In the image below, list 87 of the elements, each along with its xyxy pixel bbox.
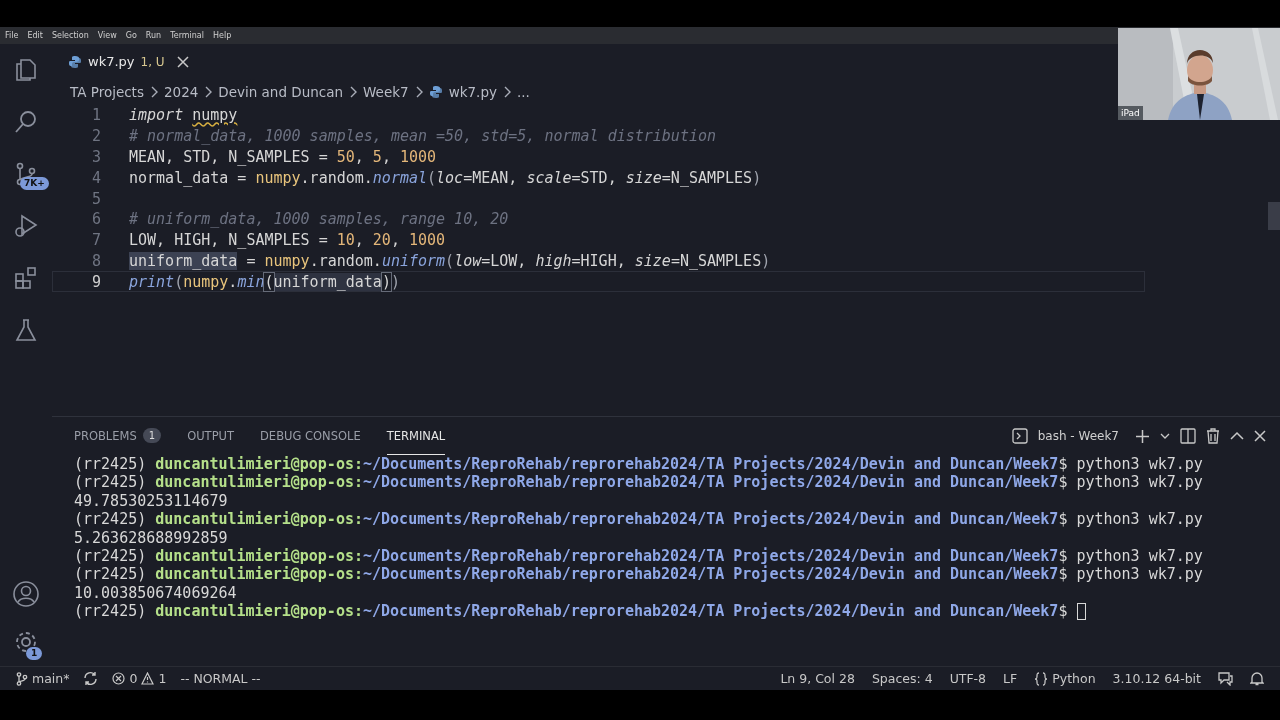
chevron-up-icon[interactable]	[1230, 431, 1244, 441]
line-number: 4	[90, 168, 102, 187]
chevron-icon	[204, 86, 213, 98]
problems-status[interactable]: 0 1	[112, 671, 167, 686]
error-icon	[112, 672, 126, 685]
chevron-down-icon[interactable]	[1160, 432, 1170, 440]
menu-item[interactable]: Go	[125, 31, 137, 40]
code-line: MEAN, STD, N_SAMPLES = 50, 5, 1000	[129, 148, 437, 166]
python-icon	[68, 54, 82, 69]
breadcrumb-item[interactable]: Week7	[363, 84, 409, 100]
chevron-icon	[349, 86, 358, 98]
branch-icon	[16, 671, 28, 686]
count-badge: 1	[26, 647, 43, 660]
vim-mode: -- NORMAL --	[180, 671, 261, 686]
close-icon[interactable]	[1254, 430, 1266, 442]
code-line: # uniform_data, 1000 samples, range 10, 20	[129, 210, 509, 229]
status-item[interactable]: Python	[1034, 671, 1096, 686]
extensions-icon[interactable]	[13, 265, 39, 291]
account-icon[interactable]	[12, 580, 40, 608]
search-icon[interactable]	[13, 109, 39, 135]
status-item[interactable]: 3.10.12 64-bit	[1112, 671, 1201, 686]
chevron-icon	[502, 86, 511, 98]
terminal-output: 49.78530253114679	[74, 491, 228, 511]
sync-icon[interactable]	[83, 671, 99, 686]
trash-icon[interactable]	[1206, 428, 1220, 444]
braces-icon	[1034, 671, 1049, 686]
menu-item[interactable]: Help	[213, 31, 232, 40]
count-badge: 7K+	[20, 177, 49, 190]
run-debug-icon[interactable]	[13, 213, 39, 239]
menu-item[interactable]: Edit	[27, 31, 43, 40]
files-icon[interactable]	[13, 57, 39, 83]
menu-item[interactable]: View	[97, 31, 117, 40]
line-number: 6	[90, 210, 102, 229]
breadcrumb-item[interactable]: wk7.py	[448, 84, 497, 100]
breadcrumb-item[interactable]: ...	[516, 84, 530, 100]
code-line: uniform_data = numpy.random.uniform(low=LOW, high=HIGH, size=N_SAMPLES)	[129, 251, 771, 270]
branch-status[interactable]: main*	[16, 671, 70, 686]
code-line: normal_data = numpy.random.normal(loc=MEAN, scale=STD, size=N_SAMPLES)	[129, 168, 762, 187]
terminal-output: 10.003850674069264	[74, 583, 237, 603]
terminal-output: 5.263628688992859	[74, 528, 228, 547]
flask-icon[interactable]	[13, 317, 39, 343]
line-number: 2	[90, 127, 102, 146]
panel-tab[interactable]: OUTPUT	[187, 417, 234, 455]
status-item[interactable]: LF	[1003, 671, 1018, 686]
panel-tab[interactable]: TERMINAL	[386, 417, 446, 455]
panel-tab[interactable]: DEBUG CONSOLE	[260, 417, 361, 455]
line-number: 9	[90, 272, 102, 291]
code-line: # normal_data, 1000 samples, mean =50, std=5, normal distribution	[129, 127, 716, 146]
status-item[interactable]: UTF-8	[949, 671, 987, 686]
line-number: 7	[90, 231, 102, 250]
breadcrumb-item[interactable]: TA Projects	[70, 84, 144, 100]
bell-icon[interactable]	[1250, 671, 1264, 686]
chevron-icon	[149, 86, 158, 98]
close-icon[interactable]	[176, 55, 189, 68]
menu-item[interactable]: Run	[145, 31, 162, 40]
chevron-icon	[414, 86, 423, 98]
code-line: import numpy	[129, 106, 238, 125]
line-number: 1	[90, 106, 102, 125]
settings-icon[interactable]	[13, 629, 39, 655]
terminal-line: (rr2425) duncantulimieri@pop-os:~/Documents/ReproRehab/reprorehab2024/TA Projects/2024/Devin and Duncan/Week7$ python3 wk7.py	[74, 455, 1203, 474]
terminal-line: (rr2425) duncantulimieri@pop-os:~/Documents/ReproRehab/reprorehab2024/TA Projects/2024/Devin and Duncan/Week7$ python3 wk7.py	[74, 510, 1203, 529]
line-number: 8	[90, 251, 102, 270]
breadcrumb-item[interactable]: Devin and Duncan	[218, 84, 344, 100]
code-line: LOW, HIGH, N_SAMPLES = 10, 20, 1000	[129, 231, 446, 250]
line-number: 5	[90, 189, 102, 208]
panel-tab[interactable]: PROBLEMS 1	[74, 417, 162, 455]
terminal-icon	[1011, 428, 1028, 444]
line-number: 3	[90, 148, 102, 166]
code-line: print(numpy.min(uniform_data))	[129, 272, 400, 291]
breadcrumb-item[interactable]: 2024	[163, 84, 199, 100]
scrollbar-thumb[interactable]	[1268, 202, 1280, 230]
feedback-icon[interactable]	[1218, 671, 1233, 686]
terminal-name[interactable]: bash - Week7	[1037, 429, 1119, 443]
plus-icon[interactable]	[1135, 428, 1150, 444]
terminal-line: (rr2425) duncantulimieri@pop-os:~/Documents/ReproRehab/reprorehab2024/TA Projects/2024/Devin and Duncan/Week7$ python3 wk7.py	[74, 473, 1203, 492]
warning-icon	[141, 672, 155, 685]
status-item[interactable]: Spaces: 4	[871, 671, 933, 686]
terminal-line: (rr2425) duncantulimieri@pop-os:~/Documents/ReproRehab/reprorehab2024/TA Projects/2024/Devin and Duncan/Week7$ python3 wk7.py	[74, 565, 1203, 584]
menu-item[interactable]: File	[5, 31, 19, 40]
menu-item[interactable]: Selection	[51, 31, 89, 40]
menu-item[interactable]: Terminal	[170, 31, 204, 40]
terminal-line: (rr2425) duncantulimieri@pop-os:~/Documents/ReproRehab/reprorehab2024/TA Projects/2024/Devin and Duncan/Week7$	[74, 602, 1068, 621]
video-label: iPad	[1118, 106, 1143, 120]
split-icon[interactable]	[1180, 428, 1196, 444]
status-item[interactable]: Ln 9, Col 28	[780, 671, 855, 686]
terminal-line: (rr2425) duncantulimieri@pop-os:~/Documents/ReproRehab/reprorehab2024/TA Projects/2024/Devin and Duncan/Week7$ python3 wk7.py	[74, 546, 1203, 566]
python-icon	[428, 85, 443, 99]
